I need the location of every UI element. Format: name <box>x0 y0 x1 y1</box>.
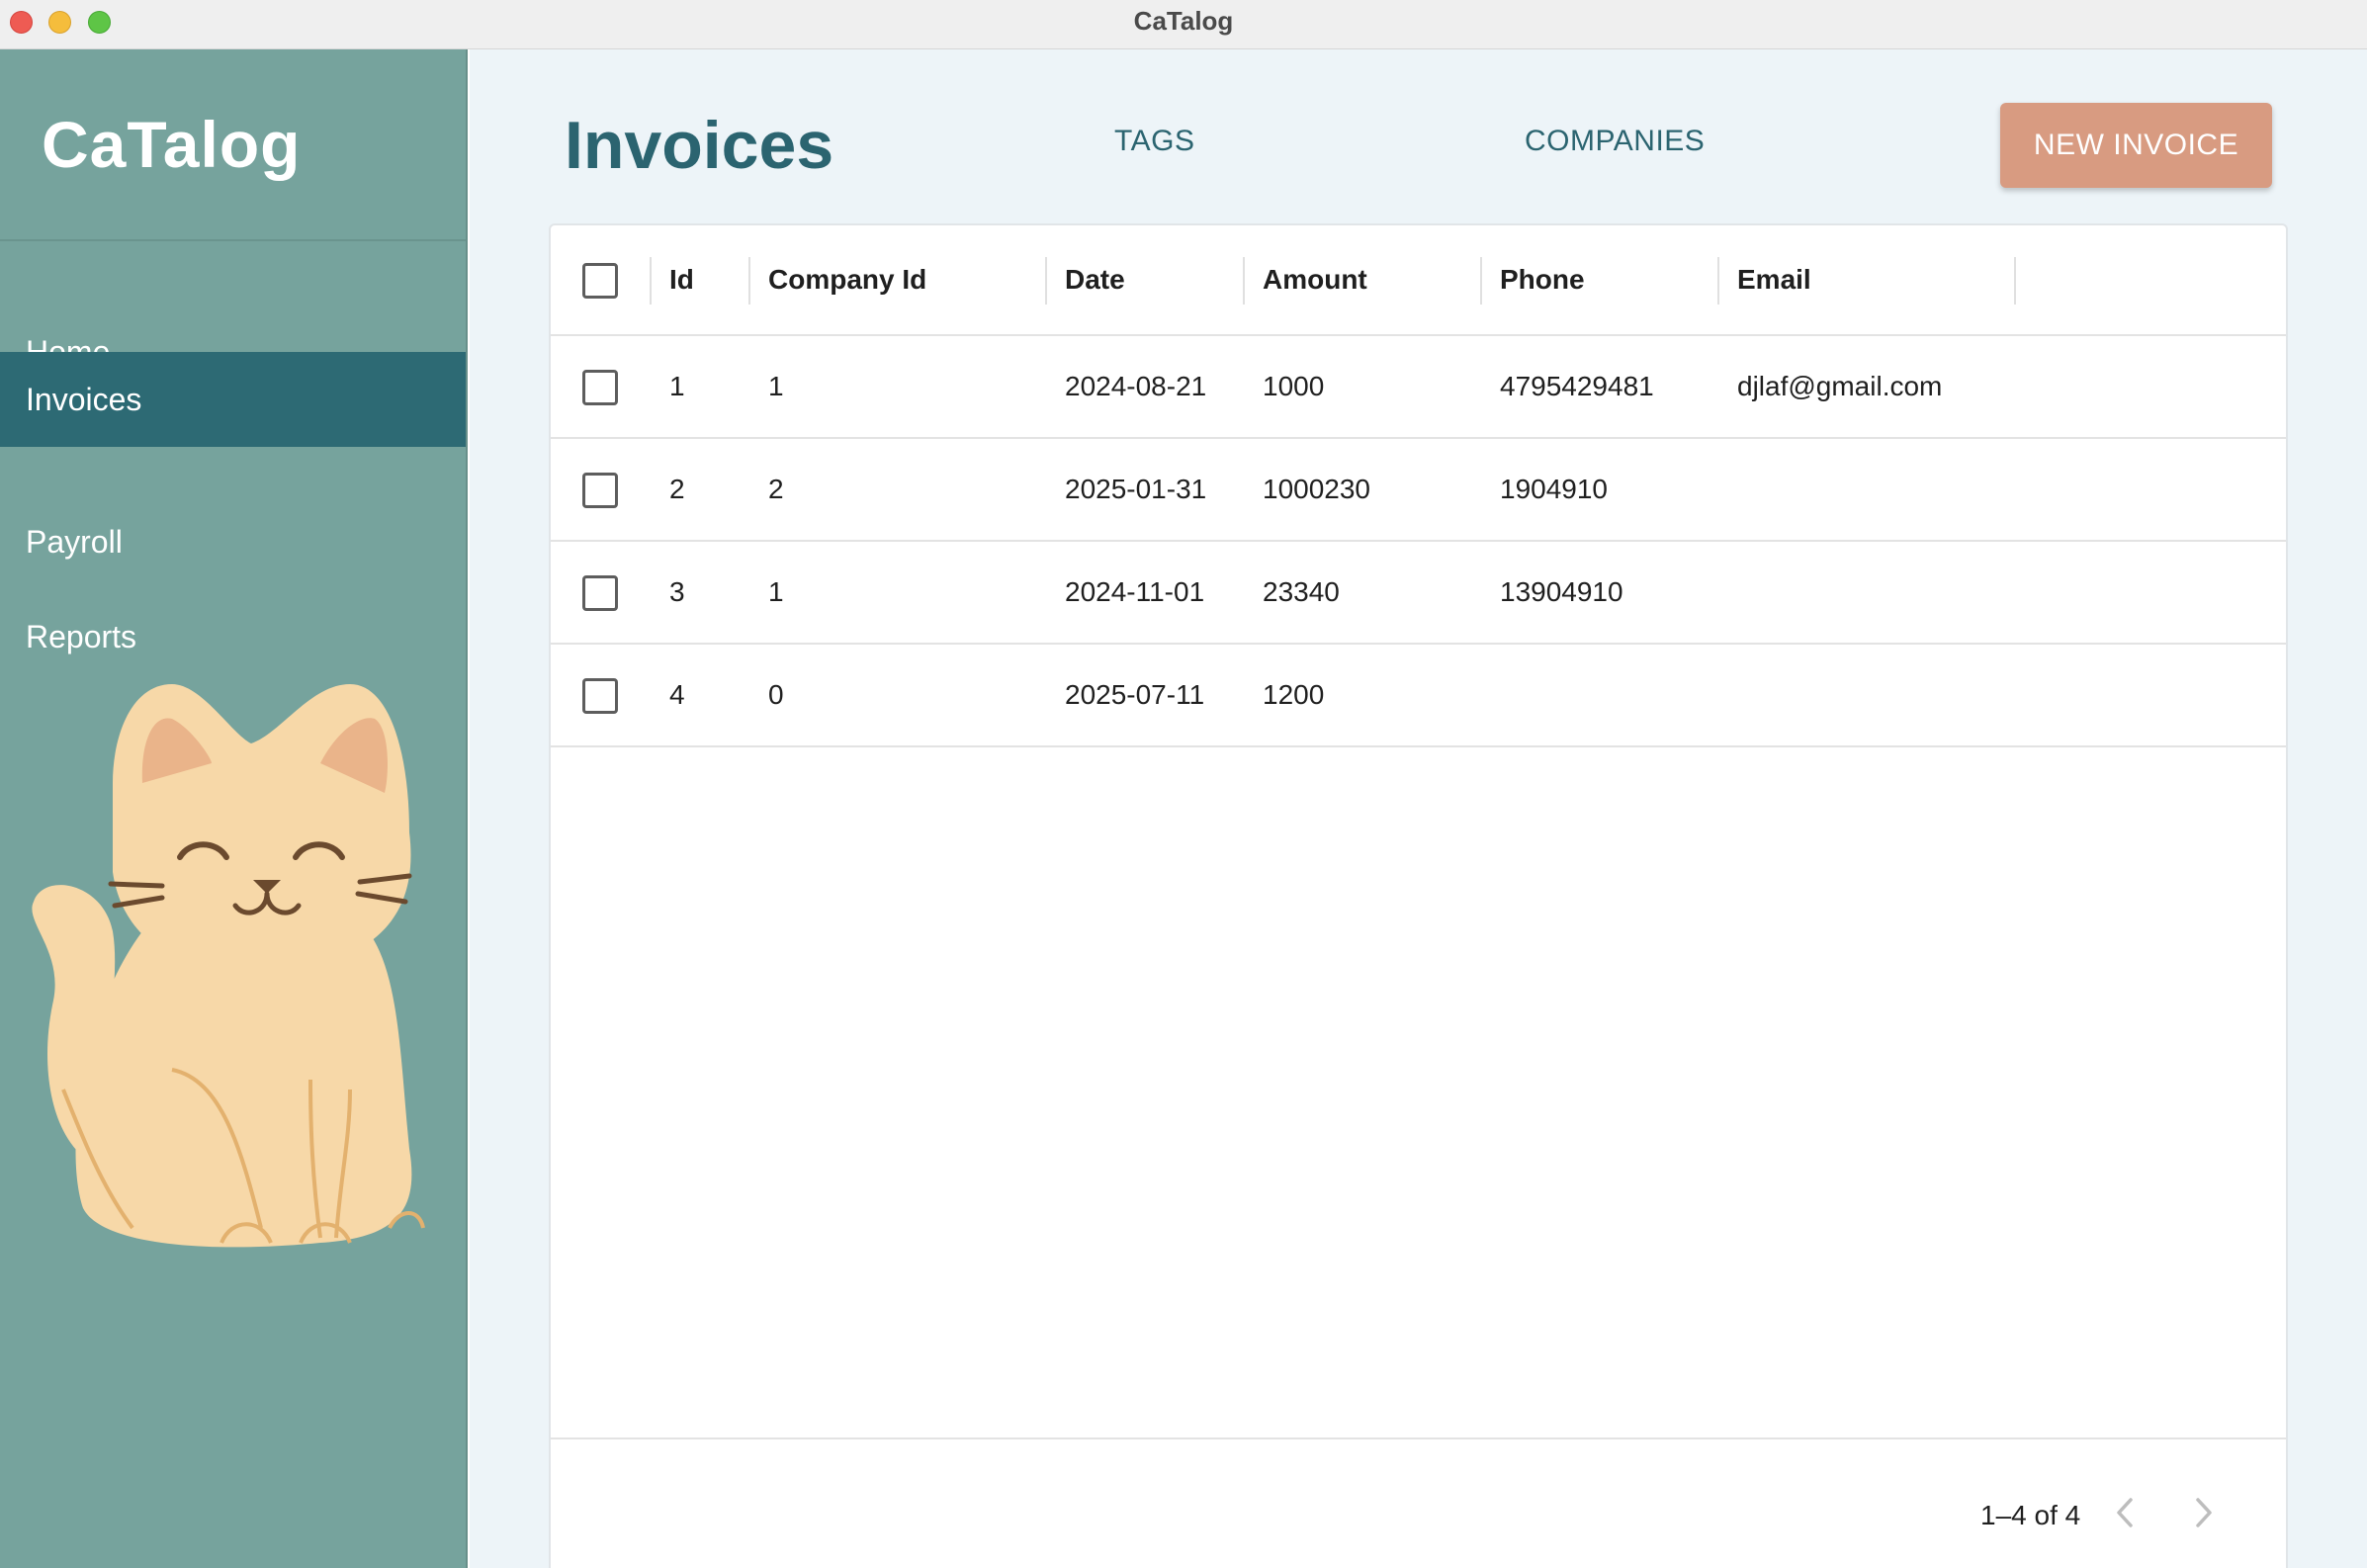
column-header-id[interactable]: Id <box>669 225 694 334</box>
table-row[interactable]: 2 2 2025-01-31 1000230 1904910 <box>551 439 2286 542</box>
column-separator[interactable] <box>1045 257 1047 305</box>
sidebar-item-payroll[interactable]: Payroll <box>0 494 466 589</box>
table-row[interactable]: 1 1 2024-08-21 1000 4795429481 djlaf@gma… <box>551 336 2286 439</box>
table-header-row: Id Company Id Date Amount Phone Email <box>551 225 2286 336</box>
companies-link[interactable]: COMPANIES <box>1525 125 1705 158</box>
row-checkbox[interactable] <box>582 370 618 405</box>
column-separator[interactable] <box>1717 257 1719 305</box>
row-checkbox[interactable] <box>582 575 618 611</box>
cell-company-id: 1 <box>768 371 784 401</box>
cell-date: 2025-07-11 <box>1065 679 1205 710</box>
column-header-email[interactable]: Email <box>1737 225 1811 334</box>
column-header-phone[interactable]: Phone <box>1500 225 1585 334</box>
window-titlebar: CaTalog <box>0 0 2367 49</box>
column-separator[interactable] <box>1480 257 1482 305</box>
cell-company-id: 2 <box>768 474 784 504</box>
column-separator[interactable] <box>1243 257 1245 305</box>
cell-phone: 4795429481 <box>1500 371 1654 401</box>
column-header-amount[interactable]: Amount <box>1263 225 1367 334</box>
cell-amount: 1000 <box>1263 371 1325 401</box>
cell-amount: 1000230 <box>1263 474 1371 504</box>
column-separator[interactable] <box>2014 257 2016 305</box>
window-title: CaTalog <box>1133 6 1234 36</box>
invoices-table: Id Company Id Date Amount Phone Email 1 … <box>549 223 2288 1568</box>
chevron-right-icon <box>2196 1498 2212 1527</box>
cell-company-id: 1 <box>768 576 784 607</box>
previous-page-button[interactable] <box>2105 1483 2145 1542</box>
table-row[interactable]: 4 0 2025-07-11 1200 <box>551 645 2286 747</box>
column-separator[interactable] <box>748 257 750 305</box>
main-content: Invoices TAGS COMPANIES NEW INVOICE Id C… <box>470 49 2367 1568</box>
sidebar-item-invoices[interactable]: Invoices <box>0 352 466 447</box>
cell-date: 2024-08-21 <box>1065 371 1207 401</box>
cell-id: 2 <box>669 474 685 504</box>
cell-date: 2025-01-31 <box>1065 474 1207 504</box>
pagination-label: 1–4 of 4 <box>1980 1500 2081 1530</box>
cell-id: 3 <box>669 576 685 607</box>
next-page-button[interactable] <box>2184 1483 2224 1542</box>
cell-company-id: 0 <box>768 679 784 710</box>
cell-phone: 1904910 <box>1500 474 1609 504</box>
cell-amount: 1200 <box>1263 679 1325 710</box>
sidebar-item-reports[interactable]: Reports <box>0 589 466 684</box>
cell-date: 2024-11-01 <box>1065 576 1205 607</box>
tags-link[interactable]: TAGS <box>1114 125 1194 158</box>
cell-id: 1 <box>669 371 685 401</box>
column-header-company-id[interactable]: Company Id <box>768 225 926 334</box>
table-row[interactable]: 3 1 2024-11-01 23340 13904910 <box>551 542 2286 645</box>
column-header-date[interactable]: Date <box>1065 225 1125 334</box>
sidebar: CaTalog Home Invoices Payroll Reports <box>0 49 468 1568</box>
chevron-left-icon <box>2117 1498 2133 1527</box>
table-footer: 1–4 of 4 <box>551 1437 2286 1568</box>
page-title: Invoices <box>565 108 834 183</box>
row-checkbox[interactable] <box>582 678 618 714</box>
cell-amount: 23340 <box>1263 576 1340 607</box>
cell-phone: 13904910 <box>1500 576 1623 607</box>
select-all-checkbox[interactable] <box>582 263 618 299</box>
brand-logo-text: CaTalog <box>42 108 302 181</box>
cat-illustration <box>32 684 425 1248</box>
new-invoice-button[interactable]: NEW INVOICE <box>2000 103 2272 188</box>
cell-id: 4 <box>669 679 685 710</box>
column-separator[interactable] <box>650 257 652 305</box>
row-checkbox[interactable] <box>582 473 618 508</box>
cell-email: djlaf@gmail.com <box>1737 371 1943 401</box>
sidebar-divider <box>0 239 466 241</box>
